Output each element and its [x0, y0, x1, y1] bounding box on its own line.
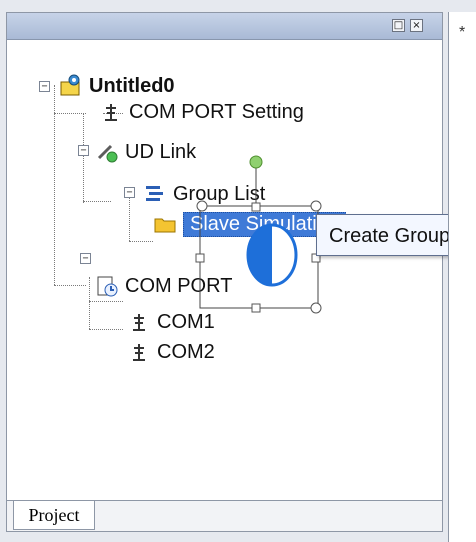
tree-connector — [54, 85, 55, 285]
group-list-icon — [143, 182, 167, 206]
node-label: COM PORT Setting — [129, 100, 304, 123]
panel-titlebar: □ × — [7, 13, 442, 40]
port-icon — [127, 310, 151, 334]
tree-connector — [83, 113, 84, 203]
project-icon — [59, 74, 83, 98]
expand-toggle-com-port[interactable]: − — [80, 253, 91, 264]
port-icon — [127, 340, 151, 364]
tree-connector — [83, 201, 111, 202]
com-port-icon — [95, 274, 119, 298]
right-panel: * — [448, 12, 476, 542]
tree-connector — [89, 329, 123, 330]
tree-connector — [89, 301, 123, 302]
tree-connector — [54, 285, 86, 286]
tree-node-com2[interactable]: COM2 — [127, 339, 215, 365]
tree-node-com-port[interactable]: COM PORT — [95, 273, 232, 299]
node-label: COM2 — [157, 340, 215, 363]
node-label: Untitled0 — [89, 74, 175, 97]
pin-icon[interactable]: □ — [392, 19, 405, 32]
close-icon[interactable]: × — [410, 19, 423, 32]
node-label: Group List — [173, 182, 266, 205]
tab-project[interactable]: Project — [13, 501, 95, 530]
node-label: COM PORT — [125, 274, 233, 297]
project-tree: − − − − Untitled0 COM PORT Setting UD Li… — [31, 65, 441, 485]
tree-node-ud-link[interactable]: UD Link — [95, 139, 196, 165]
project-panel: □ × − − − − Untitled0 COM PORT Setting U… — [6, 12, 443, 532]
folder-icon — [153, 212, 177, 236]
expand-toggle-ud-link[interactable]: − — [78, 145, 89, 156]
expand-toggle-group-list[interactable]: − — [124, 187, 135, 198]
tree-node-group-list[interactable]: Group List — [143, 181, 265, 207]
tree-connector — [129, 197, 130, 241]
modified-marker: * — [459, 24, 466, 41]
tree-node-com1[interactable]: COM1 — [127, 309, 215, 335]
tree-connector — [54, 113, 86, 114]
link-icon — [95, 140, 119, 164]
tree-connector — [129, 241, 153, 242]
expand-toggle-root[interactable]: − — [39, 81, 50, 92]
node-label: COM1 — [157, 310, 215, 333]
port-setting-icon — [99, 100, 123, 124]
tree-connector — [89, 277, 90, 329]
node-label: UD Link — [125, 140, 197, 163]
panel-tabs: Project — [7, 500, 442, 531]
tree-node-root[interactable]: Untitled0 — [59, 73, 175, 99]
tree-node-com-port-setting[interactable]: COM PORT Setting — [99, 99, 304, 125]
